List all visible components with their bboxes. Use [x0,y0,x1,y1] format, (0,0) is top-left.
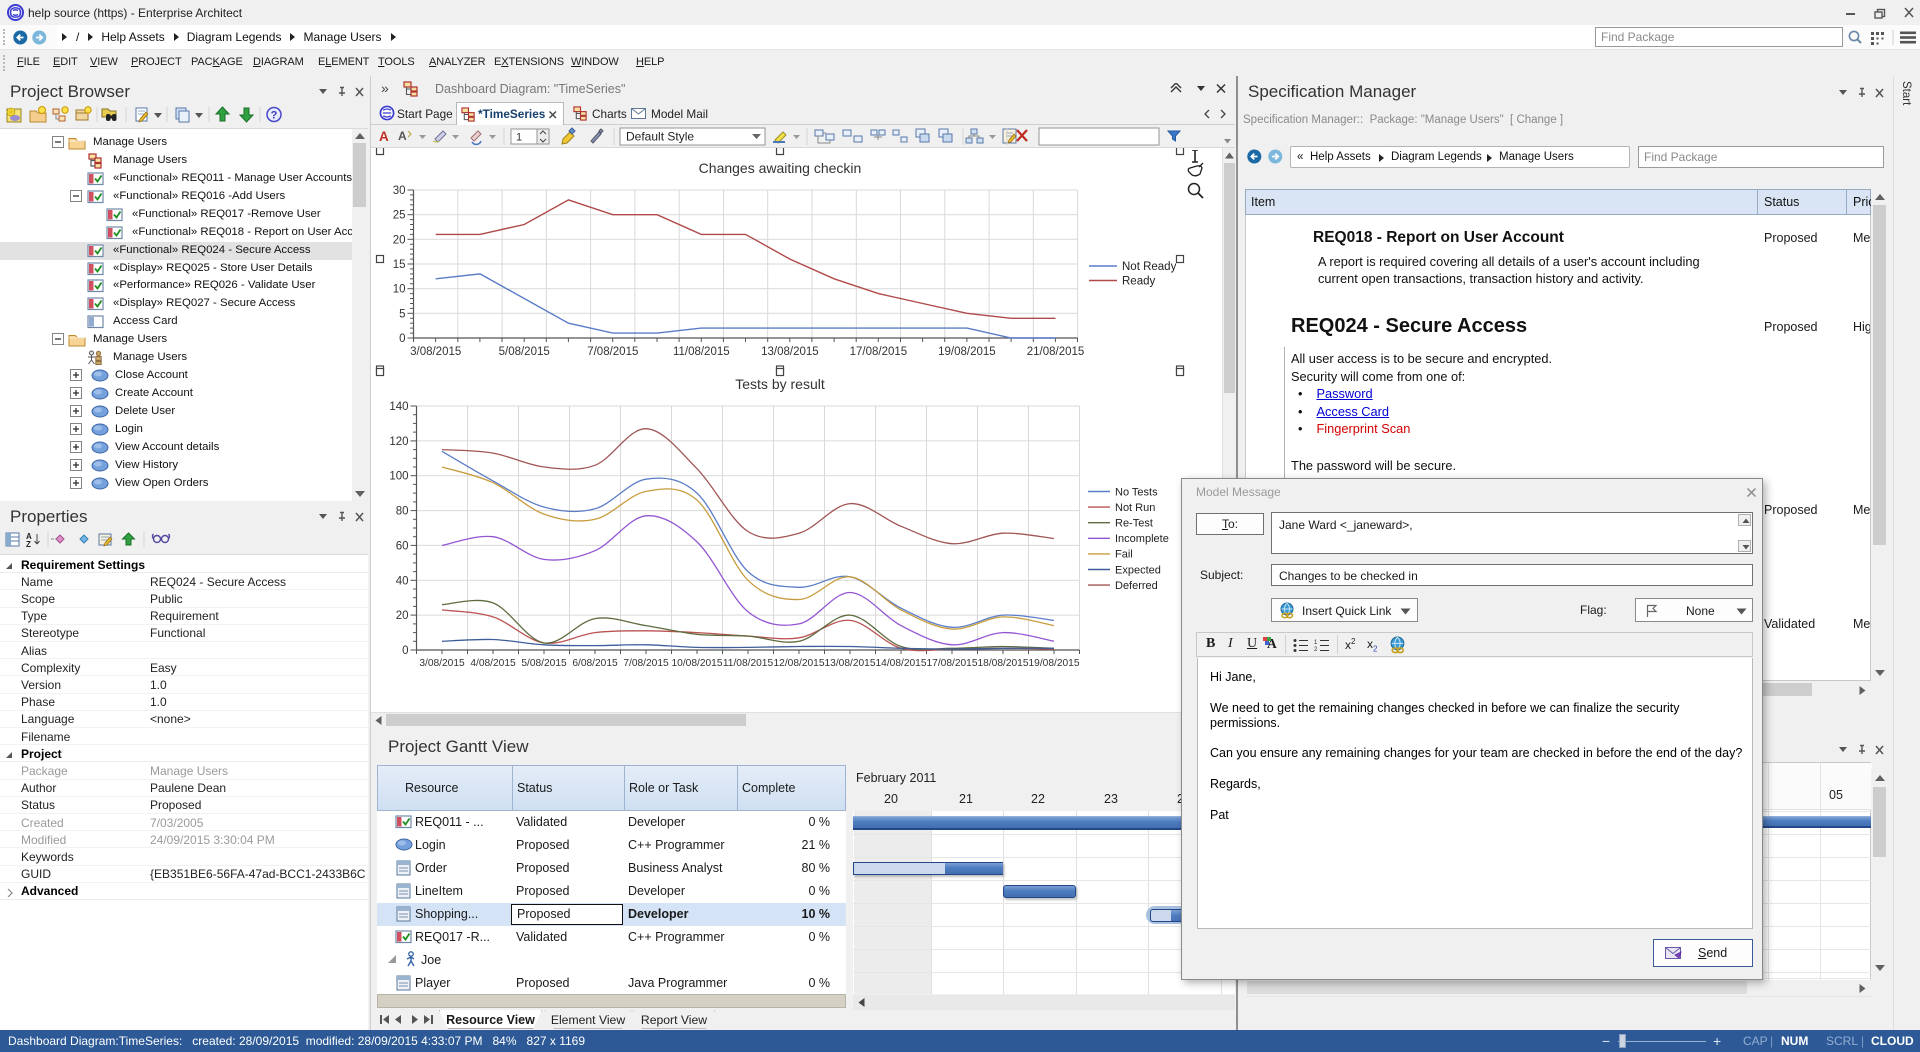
svg-text:13/08/2015: 13/08/2015 [761,346,819,358]
svg-text:Changes awaiting checkin: Changes awaiting checkin [699,160,862,176]
svg-text:10: 10 [393,284,406,296]
svg-text:Z: Z [26,540,31,549]
svg-text:140: 140 [389,401,408,413]
svg-text:Not Run: Not Run [1115,502,1155,514]
svg-text:3/08/2015: 3/08/2015 [419,658,465,669]
svg-text:13/08/2015: 13/08/2015 [825,658,876,669]
svg-text:15: 15 [393,259,406,271]
svg-text:17/08/2015: 17/08/2015 [850,346,908,358]
svg-text:40: 40 [396,575,409,587]
svg-text:25: 25 [393,210,406,222]
svg-text:Not Ready: Not Ready [1122,261,1177,273]
svg-text:Ready: Ready [1122,276,1155,288]
svg-text:Deferred: Deferred [1115,580,1158,592]
svg-text:7/08/2015: 7/08/2015 [623,658,669,669]
svg-text:20: 20 [396,610,409,622]
svg-text:Tests by result: Tests by result [735,376,825,392]
svg-text:12/08/2015: 12/08/2015 [774,658,825,669]
svg-text:7/08/2015: 7/08/2015 [587,346,638,358]
svg-text:Fail: Fail [1115,549,1133,561]
svg-text:Incomplete: Incomplete [1115,533,1169,545]
svg-text:19/08/2015: 19/08/2015 [1029,658,1080,669]
svg-text:No Tests: No Tests [1115,486,1158,498]
svg-text:0: 0 [402,645,408,657]
svg-text:3/08/2015: 3/08/2015 [410,346,461,358]
svg-text:Default Style: Default Style [626,130,694,144]
svg-text:2: 2 [1314,647,1318,652]
svg-text:18/08/2015: 18/08/2015 [978,658,1029,669]
svg-text:5/08/2015: 5/08/2015 [521,658,567,669]
svg-text:19/08/2015: 19/08/2015 [938,346,996,358]
svg-text:0: 0 [399,333,405,345]
svg-text:21/08/2015: 21/08/2015 [1027,346,1085,358]
svg-text:60: 60 [396,540,409,552]
svg-text:80: 80 [396,506,409,518]
svg-text:17/08/2015: 17/08/2015 [927,658,978,669]
svg-text:20: 20 [393,234,406,246]
svg-text:6/08/2015: 6/08/2015 [572,658,618,669]
svg-text:A: A [398,129,407,143]
svg-text:100: 100 [389,471,408,483]
svg-text:11/08/2015: 11/08/2015 [673,346,730,358]
svg-text:5/08/2015: 5/08/2015 [499,346,550,358]
svg-text:5: 5 [399,308,405,320]
svg-text:Re-Test: Re-Test [1115,518,1153,530]
svg-text:120: 120 [389,436,408,448]
svg-text:30: 30 [393,185,406,197]
svg-text:4/08/2015: 4/08/2015 [470,658,516,669]
svg-text:11/08/2015: 11/08/2015 [723,658,774,669]
svg-text:1: 1 [1314,640,1318,646]
svg-text:?: ? [271,110,278,122]
svg-text:Expected: Expected [1115,564,1161,576]
svg-text:1: 1 [516,132,522,144]
svg-text:14/08/2015: 14/08/2015 [876,658,927,669]
svg-text:10/08/2015: 10/08/2015 [672,658,723,669]
svg-text:A: A [379,129,389,144]
